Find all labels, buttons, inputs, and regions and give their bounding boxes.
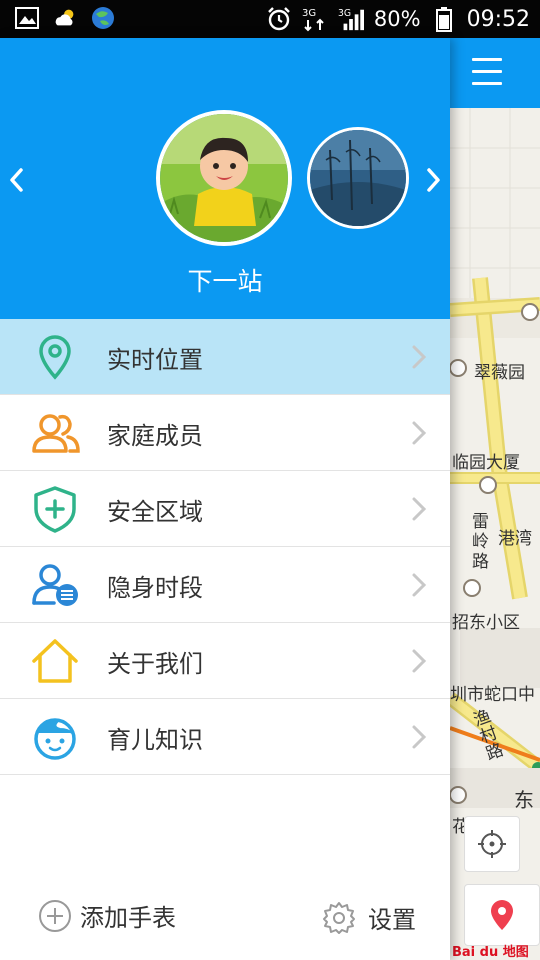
menu-item-label: 育儿知识: [107, 726, 203, 754]
scenery-photo: [310, 130, 406, 226]
crosshair-icon: [478, 830, 506, 858]
user-list-icon: [32, 564, 78, 606]
map-label: 东: [514, 788, 534, 812]
device-avatar-current[interactable]: [156, 110, 292, 246]
menu-item-stealth-period[interactable]: 隐身时段: [0, 547, 450, 623]
chevron-right-icon: [427, 168, 440, 192]
chevron-left-icon: [10, 168, 23, 192]
globe-icon: [90, 6, 116, 30]
chevron-right-icon: [412, 421, 427, 445]
child-photo: [160, 114, 288, 242]
add-watch-label: 添加手表: [80, 904, 176, 932]
chevron-right-icon: [412, 573, 427, 597]
settings-label: 设置: [368, 906, 416, 934]
signal-3g-icon: 3G: [302, 7, 328, 32]
next-device-button[interactable]: [422, 162, 446, 198]
settings-button[interactable]: 设置: [322, 900, 416, 935]
signal-bars-icon: 3G: [338, 7, 364, 31]
add-watch-button[interactable]: 添加手表: [38, 898, 176, 933]
navigation-drawer: 下一站 实时位置 家庭成员 安全区域 隐身时段 关于我们 育儿知识 添加手表 设…: [0, 38, 450, 960]
image-icon: [14, 6, 40, 30]
menu-item-realtime-location[interactable]: 实时位置: [0, 319, 450, 395]
location-pin-icon: [39, 335, 71, 380]
chevron-right-icon: [412, 345, 427, 369]
svg-text:3G: 3G: [338, 8, 351, 19]
device-name: 下一站: [187, 267, 263, 296]
device-avatar-next[interactable]: [307, 127, 409, 229]
menu-item-label: 实时位置: [107, 346, 203, 374]
drawer-menu: 实时位置 家庭成员 安全区域 隐身时段 关于我们 育儿知识: [0, 319, 450, 775]
menu-item-family-members[interactable]: 家庭成员: [0, 395, 450, 471]
map-label: 港湾: [498, 529, 532, 549]
locate-me-button[interactable]: [464, 816, 520, 872]
baby-face-icon: [34, 718, 76, 760]
map-pin-icon: [491, 900, 513, 930]
menu-item-parenting-knowledge[interactable]: 育儿知识: [0, 699, 450, 775]
map-label: 招东小区: [452, 613, 520, 633]
map-view[interactable]: 翠薇园 临园大厦 雷岭路 港湾 招东小区 圳市蛇口中 渔村路 东 花 Bai d…: [450, 38, 540, 960]
family-members-icon: [32, 414, 80, 453]
gear-icon: [323, 901, 355, 934]
map-label: 圳市蛇口中: [450, 685, 535, 705]
map-label: 临园大厦: [452, 453, 520, 473]
plus-circle-icon: [39, 899, 71, 932]
battery-percent: 80%: [373, 7, 421, 31]
clock: 09:52: [466, 6, 530, 32]
menu-item-safe-zone[interactable]: 安全区域: [0, 471, 450, 547]
shield-plus-icon: [34, 486, 76, 533]
menu-item-label: 安全区域: [107, 498, 203, 526]
drawer-header: 下一站: [0, 38, 450, 319]
menu-item-about-us[interactable]: 关于我们: [0, 623, 450, 699]
weather-icon: [52, 6, 78, 30]
battery-icon: [431, 7, 457, 32]
baidu-map-logo: Bai du 地图: [452, 945, 529, 960]
status-bar: 3G 3G 80% 09:52: [0, 0, 540, 38]
chevron-right-icon: [412, 725, 427, 749]
menu-item-label: 隐身时段: [107, 574, 203, 602]
chevron-right-icon: [412, 649, 427, 673]
map-label: 翠薇园: [474, 363, 525, 383]
svg-text:3G: 3G: [302, 8, 316, 19]
menu-item-label: 关于我们: [107, 650, 203, 678]
chevron-right-icon: [412, 497, 427, 521]
alarm-icon: [266, 7, 292, 31]
map-marker-button[interactable]: [464, 884, 540, 946]
house-icon: [32, 639, 78, 683]
menu-item-label: 家庭成员: [107, 422, 203, 450]
map-label: 雷岭路: [472, 512, 489, 572]
previous-device-button[interactable]: [4, 162, 28, 198]
